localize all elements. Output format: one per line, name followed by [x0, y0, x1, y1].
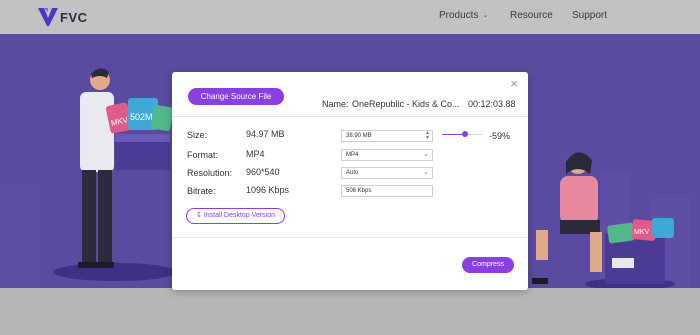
bitrate-value: 1096 Kbps [246, 185, 290, 195]
resolution-label: Resolution: [187, 168, 233, 178]
download-icon: ↧ [195, 212, 202, 219]
install-label: Install Desktop Version [203, 212, 276, 219]
stepper-icon[interactable]: ▲ ▼ [425, 131, 430, 141]
bitrate-label: Bitrate: [187, 186, 216, 196]
footer-band [0, 288, 700, 335]
compress-dialog: × Change Source File Name: OneRepublic -… [172, 72, 528, 290]
size-label: Size: [187, 130, 208, 140]
top-navigation: FVC Products ⌄ Resource Support [0, 0, 700, 34]
close-icon[interactable]: × [508, 77, 520, 90]
resolution-value: 960*540 [246, 167, 280, 177]
chevron-down-icon: ⌄ [423, 169, 429, 176]
format-value: MP4 [246, 149, 265, 159]
format-selected: MP4 [346, 152, 359, 158]
size-slider-handle[interactable] [462, 131, 468, 137]
duration: 00:12:03.88 [468, 99, 516, 109]
size-input-value: 38.90 MB [346, 133, 372, 139]
svg-text:502M: 502M [130, 112, 153, 122]
nav-support[interactable]: Support [572, 10, 607, 21]
format-label: Format: [187, 150, 219, 160]
file-name: OneRepublic - Kids & Co... [352, 99, 460, 109]
chevron-down-icon: ⌄ [482, 12, 489, 19]
format-select[interactable]: MP4 ⌄ [341, 149, 433, 161]
svg-text:MKV: MKV [634, 229, 650, 236]
logo[interactable]: FVC [38, 7, 88, 27]
divider [172, 237, 528, 238]
divider [172, 116, 528, 117]
nav-products-label: Products [439, 10, 479, 21]
chevron-down-icon: ⌄ [423, 151, 429, 158]
size-value: 94.97 MB [246, 129, 285, 139]
logo-text: FVC [60, 9, 88, 25]
compress-button[interactable]: Compress [462, 257, 514, 273]
nav-products[interactable]: Products ⌄ [439, 10, 488, 21]
fvc-logo-icon [38, 8, 58, 26]
size-change-percent: -59% [489, 131, 511, 141]
resolution-selected: Auto [346, 170, 359, 176]
name-label: Name: [322, 99, 349, 109]
bitrate-input[interactable]: 506 Kbps [341, 185, 433, 197]
size-input[interactable]: 38.90 MB ▲ ▼ [341, 130, 433, 142]
nav-resource[interactable]: Resource [510, 10, 553, 21]
resolution-select[interactable]: Auto ⌄ [341, 167, 433, 179]
bitrate-input-value: 506 Kbps [346, 188, 372, 194]
install-desktop-button[interactable]: ↧ Install Desktop Version [186, 208, 285, 224]
change-source-file-button[interactable]: Change Source File [188, 88, 284, 105]
